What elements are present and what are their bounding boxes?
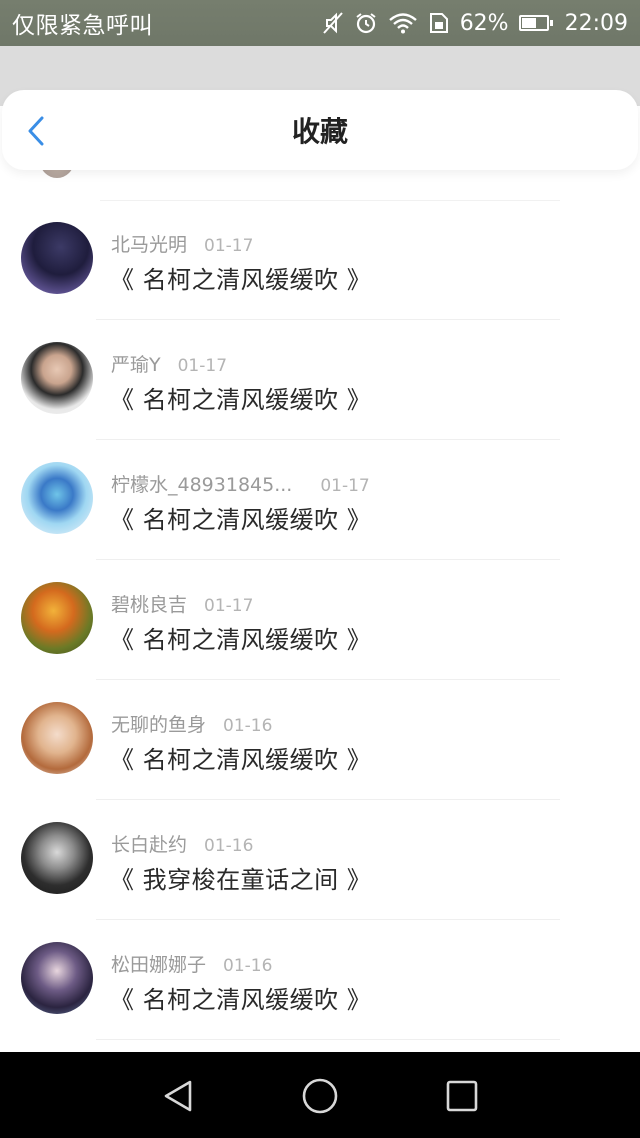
item-meta: 无聊的鱼身 01-16 [111, 710, 272, 737]
battery-icon [518, 15, 553, 31]
book-title[interactable]: 《 名柯之清风缓缓吹 》 [110, 740, 371, 775]
list-item[interactable]: 严瑜Y 01-17 《 名柯之清风缓缓吹 》 [0, 320, 640, 440]
list-item[interactable]: 松田娜娜子 01-16 《 名柯之清风缓缓吹 》 [0, 920, 640, 1040]
nav-back-button[interactable] [158, 1076, 198, 1116]
user-name[interactable]: 北马光明 [111, 230, 187, 257]
list-item[interactable]: 无聊的鱼身 01-16 《 名柯之清风缓缓吹 》 [0, 680, 640, 800]
list-item[interactable]: 北马光明 01-17 《 名柯之清风缓缓吹 》 [0, 200, 640, 320]
avatar[interactable] [21, 942, 93, 1014]
alarm-icon [354, 11, 378, 35]
user-name[interactable]: 无聊的鱼身 [111, 710, 206, 737]
item-date: 01-17 [177, 356, 228, 376]
clock-time: 22:09 [564, 10, 628, 36]
status-icons: 62% 22:09 [322, 11, 628, 36]
wifi-icon [388, 12, 418, 34]
back-triangle-icon [164, 1080, 192, 1112]
nav-home-button[interactable] [300, 1076, 340, 1116]
item-meta: 柠檬水_48931845... 01-17 [111, 470, 370, 497]
avatar[interactable] [21, 822, 93, 894]
item-date: 01-16 [204, 836, 254, 856]
user-name[interactable]: 长白赴约 [111, 830, 187, 857]
navigation-bar [0, 1052, 640, 1138]
item-meta: 松田娜娜子 01-16 [111, 950, 272, 977]
book-title[interactable]: 《 名柯之清风缓缓吹 》 [110, 980, 371, 1015]
user-name[interactable]: 柠檬水_48931845... [111, 470, 292, 497]
book-title[interactable]: 《 我穿梭在童话之间 》 [110, 860, 371, 895]
battery-percent: 62% [459, 10, 509, 36]
user-name[interactable]: 碧桃良吉 [111, 590, 187, 617]
status-bar: 仅限紧急呼叫 62% 22:09 [0, 0, 640, 46]
list-item[interactable]: 柠檬水_48931845... 01-17 《 名柯之清风缓缓吹 》 [0, 440, 640, 560]
item-meta: 碧桃良吉 01-17 [111, 590, 253, 617]
avatar[interactable] [21, 462, 93, 534]
avatar[interactable] [21, 342, 93, 414]
list-item[interactable]: 长白赴约 01-16 《 我穿梭在童话之间 》 [0, 800, 640, 920]
item-date: 01-17 [320, 476, 370, 496]
divider [96, 1039, 560, 1040]
nav-recents-button[interactable] [442, 1076, 482, 1116]
home-circle-icon [302, 1078, 338, 1114]
carrier-text: 仅限紧急呼叫 [12, 13, 153, 39]
avatar[interactable] [21, 702, 93, 774]
book-title[interactable]: 《 名柯之清风缓缓吹 》 [110, 500, 371, 535]
page-title: 收藏 [291, 115, 348, 148]
list-item[interactable]: 碧桃良吉 01-17 《 名柯之清风缓缓吹 》 [0, 560, 640, 680]
user-name[interactable]: 松田娜娜子 [111, 950, 206, 977]
avatar[interactable] [21, 222, 93, 294]
item-meta: 长白赴约 01-16 [111, 830, 253, 857]
favorites-list[interactable]: 北马光明 01-17 《 名柯之清风缓缓吹 》严瑜Y 01-17 《 名柯之清风缓缓吹 … [0, 170, 640, 1052]
avatar[interactable] [21, 582, 93, 654]
header: 收藏 [2, 90, 638, 170]
item-meta: 严瑜Y 01-17 [111, 350, 227, 377]
partial-avatar [40, 170, 74, 178]
item-date: 01-16 [223, 716, 273, 736]
item-date: 01-16 [223, 956, 273, 976]
recents-square-icon [446, 1080, 478, 1112]
item-meta: 北马光明 01-17 [111, 230, 253, 257]
item-date: 01-17 [204, 596, 254, 616]
book-title[interactable]: 《 名柯之清风缓缓吹 》 [110, 380, 371, 415]
user-name[interactable]: 严瑜Y [111, 350, 161, 377]
sim-icon [428, 12, 450, 34]
mute-icon [322, 11, 344, 35]
book-title[interactable]: 《 名柯之清风缓缓吹 》 [110, 620, 371, 655]
item-date: 01-17 [204, 236, 254, 256]
book-title[interactable]: 《 名柯之清风缓缓吹 》 [110, 260, 371, 295]
